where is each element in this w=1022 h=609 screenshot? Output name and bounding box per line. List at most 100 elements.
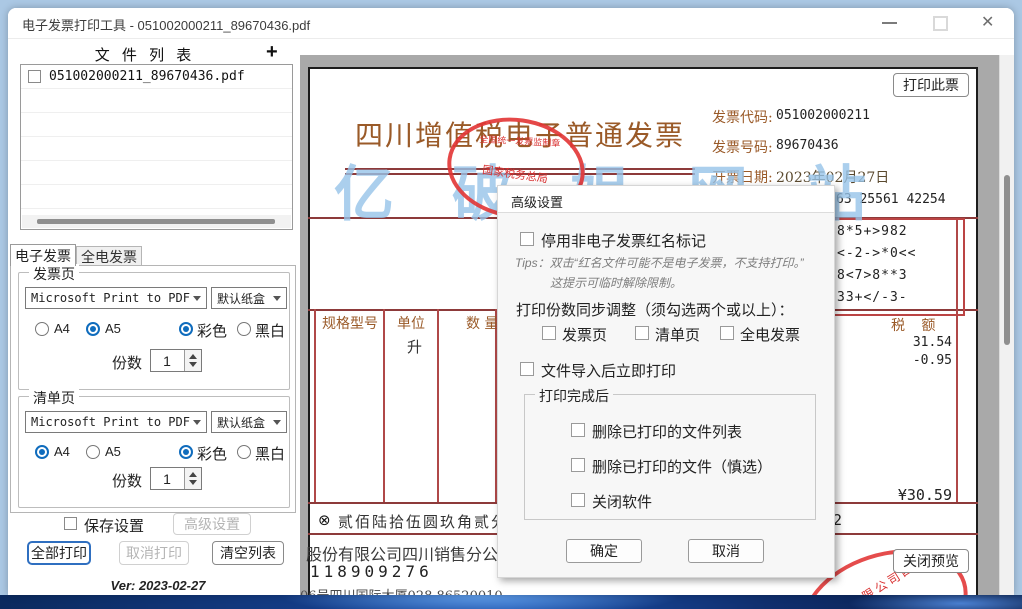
close-software-checkbox[interactable] xyxy=(571,493,585,507)
delete-printed-list-checkbox[interactable] xyxy=(571,423,585,437)
list-radio-a4[interactable] xyxy=(35,445,49,459)
chevron-down-icon xyxy=(193,420,201,425)
sync-invoice-page-checkbox[interactable] xyxy=(542,326,556,340)
maximize-icon[interactable] xyxy=(933,16,948,31)
sync-list-page-label[interactable]: 清单页 xyxy=(655,324,700,345)
advanced-settings-dialog: 高级设置 停用非电子发票红名标记 Tips：双击“红名文件可能不是电子发票，不支… xyxy=(497,185,835,578)
chevron-down-icon xyxy=(273,296,281,301)
scrollbar-thumb[interactable] xyxy=(1004,175,1010,345)
minimize-icon[interactable] xyxy=(882,22,897,24)
list-radio-color[interactable] xyxy=(179,445,193,459)
invoice-copies-stepper[interactable]: 1 xyxy=(150,349,202,372)
print-all-button[interactable]: 全部打印 xyxy=(27,541,91,565)
close-icon[interactable]: ✕ xyxy=(981,12,994,32)
file-name: 051002000211_89670436.pdf xyxy=(49,69,245,84)
list-radio-bw[interactable] xyxy=(237,445,251,459)
stepper-buttons[interactable] xyxy=(184,468,201,489)
sync-list-page-checkbox[interactable] xyxy=(635,326,649,340)
tax-total: ¥30.59 xyxy=(884,486,952,504)
close-software-label[interactable]: 关闭软件 xyxy=(592,491,652,512)
column-qty-header: 数 量 xyxy=(466,313,498,333)
sync-fully-digital-checkbox[interactable] xyxy=(720,326,734,340)
file-row-empty xyxy=(21,185,292,209)
dialog-title: 高级设置 xyxy=(511,192,563,211)
invoice-radio-bw[interactable] xyxy=(237,322,251,336)
invoice-printer-select[interactable]: Microsoft Print to PDF xyxy=(25,287,207,309)
delete-printed-files-checkbox[interactable] xyxy=(571,458,585,472)
tab-electronic-invoice[interactable]: 电子发票 xyxy=(10,244,76,266)
advanced-settings-button[interactable]: 高级设置 xyxy=(173,513,251,535)
list-radio-color-label[interactable]: 彩色 xyxy=(197,443,227,464)
invoice-radio-color-label[interactable]: 彩色 xyxy=(197,320,227,341)
invoice-printer-value: Microsoft Print to PDF xyxy=(31,291,190,305)
list-radio-a4-label[interactable]: A4 xyxy=(54,444,70,459)
stepper-up-icon[interactable] xyxy=(189,354,197,359)
list-copies-label: 份数 xyxy=(112,470,142,491)
print-after-import-checkbox[interactable] xyxy=(520,362,534,376)
password-line: 33+</-3- xyxy=(837,290,908,305)
password-line: 8<7>8**3 xyxy=(837,268,908,283)
seller-address-partial: 06号四川国际大厦028 86520010 xyxy=(300,585,503,595)
list-radio-bw-label[interactable]: 黑白 xyxy=(255,443,285,464)
cancel-print-button[interactable]: 取消打印 xyxy=(119,541,189,565)
ok-button[interactable]: 确定 xyxy=(566,539,642,563)
invoice-radio-a5-label[interactable]: A5 xyxy=(105,321,121,336)
clear-list-button[interactable]: 清空列表 xyxy=(212,541,284,565)
cancel-button[interactable]: 取消 xyxy=(688,539,764,563)
table-column-line xyxy=(383,309,385,502)
scrollbar-thumb[interactable] xyxy=(37,219,275,224)
file-row-empty xyxy=(21,89,292,113)
tab-fully-digital-invoice[interactable]: 全电发票 xyxy=(76,246,142,266)
invoice-copies-value[interactable]: 1 xyxy=(151,353,183,369)
list-copies-stepper[interactable]: 1 xyxy=(150,467,202,490)
file-list[interactable]: 051002000211_89670436.pdf xyxy=(20,64,293,230)
chevron-down-icon xyxy=(193,296,201,301)
sync-copies-label: 打印份数同步调整（须勾选两个或以上）： xyxy=(516,299,794,320)
add-file-button[interactable]: + xyxy=(266,41,278,64)
seller-number: 118909276 xyxy=(310,562,433,581)
close-preview-button[interactable]: 关闭预览 xyxy=(893,549,969,573)
file-list-horizontal-scrollbar[interactable] xyxy=(22,215,291,228)
sync-fully-digital-label[interactable]: 全电发票 xyxy=(740,324,800,345)
stepper-down-icon[interactable] xyxy=(189,362,197,367)
invoice-radio-color[interactable] xyxy=(179,322,193,336)
table-column-line xyxy=(314,309,316,502)
list-radio-a5-label[interactable]: A5 xyxy=(105,444,121,459)
file-row[interactable]: 051002000211_89670436.pdf xyxy=(21,65,292,89)
invoice-radio-a4[interactable] xyxy=(35,322,49,336)
list-tray-select[interactable]: 默认纸盒 xyxy=(211,411,287,433)
sync-invoice-page-label[interactable]: 发票页 xyxy=(562,324,607,345)
amount-in-words: 贰佰陆拾伍圆玖角贰分 xyxy=(338,511,508,532)
column-spec-header: 规格型号 xyxy=(322,313,378,333)
preview-vertical-scrollbar[interactable] xyxy=(999,55,1014,595)
invoice-tray-value: 默认纸盒 xyxy=(217,290,265,307)
invoice-radio-a5[interactable] xyxy=(86,322,100,336)
list-radio-a5[interactable] xyxy=(86,445,100,459)
file-checkbox[interactable] xyxy=(28,70,41,83)
save-settings-label[interactable]: 保存设置 xyxy=(84,515,144,536)
invoice-radio-a4-label[interactable]: A4 xyxy=(54,321,70,336)
stepper-buttons[interactable] xyxy=(184,350,201,371)
stepper-down-icon[interactable] xyxy=(189,480,197,485)
delete-printed-list-label[interactable]: 删除已打印的文件列表 xyxy=(592,421,742,442)
table-column-line xyxy=(437,309,439,502)
invoice-code-value: 051002000211 xyxy=(776,108,870,123)
disable-red-mark-checkbox[interactable] xyxy=(520,232,534,246)
print-after-import-label[interactable]: 文件导入后立即打印 xyxy=(541,360,676,381)
list-printer-select[interactable]: Microsoft Print to PDF xyxy=(25,411,207,433)
file-row-empty xyxy=(21,137,292,161)
after-print-group-legend: 打印完成后 xyxy=(535,386,613,406)
password-line: <-2->*0<< xyxy=(837,246,916,261)
disable-red-mark-label[interactable]: 停用非电子发票红名标记 xyxy=(541,230,706,251)
app-window: 电子发票打印工具 - 051002000211_89670436.pdf ✕ 文… xyxy=(8,8,1014,595)
invoice-radio-bw-label[interactable]: 黑白 xyxy=(255,320,285,341)
invoice-tray-select[interactable]: 默认纸盒 xyxy=(211,287,287,309)
print-this-button[interactable]: 打印此票 xyxy=(893,73,969,97)
tax-value: -0.95 xyxy=(888,353,952,368)
save-settings-checkbox[interactable] xyxy=(64,517,77,530)
list-copies-value[interactable]: 1 xyxy=(151,471,183,487)
invoice-code-label: 发票代码: xyxy=(712,107,773,127)
chevron-down-icon xyxy=(273,420,281,425)
delete-printed-files-label[interactable]: 删除已打印的文件（慎选） xyxy=(592,456,772,477)
stepper-up-icon[interactable] xyxy=(189,472,197,477)
